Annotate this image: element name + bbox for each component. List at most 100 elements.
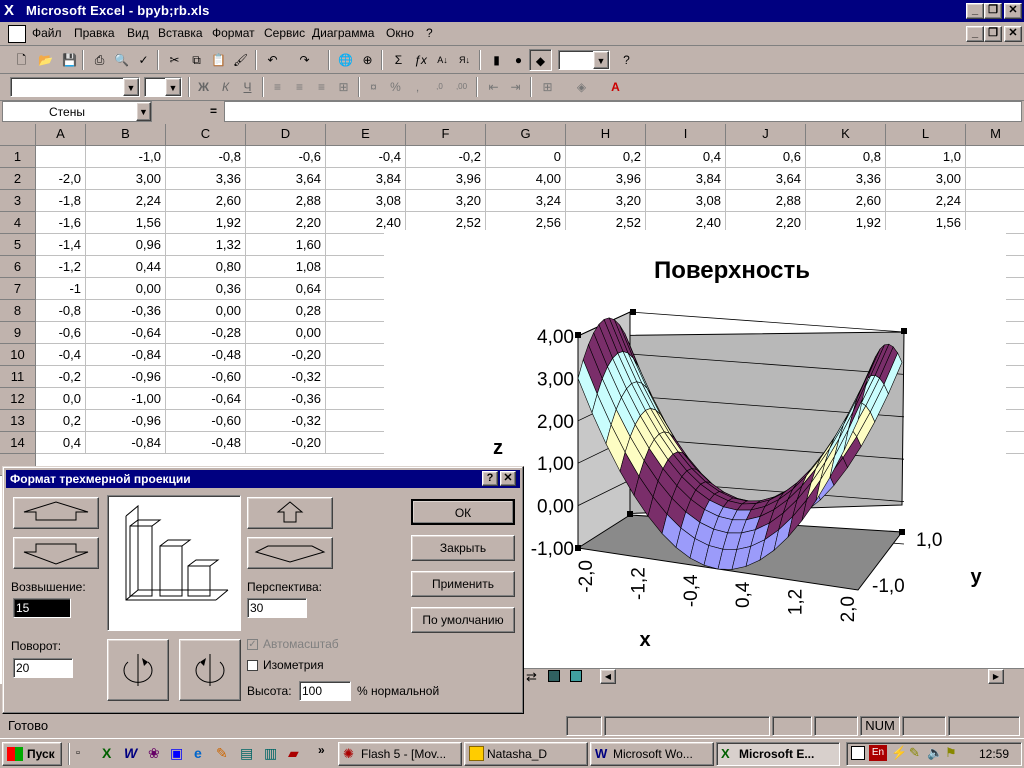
task-excel[interactable]: X Microsoft E... — [716, 742, 840, 766]
spelling-icon[interactable]: ✓ — [132, 49, 155, 71]
minimize-button[interactable]: _ — [966, 3, 984, 19]
apply-button[interactable]: Применить — [411, 571, 515, 597]
perspective-decrease-button[interactable] — [247, 537, 333, 569]
doc-close-button[interactable]: ✕ — [1004, 26, 1022, 42]
table-cell[interactable]: -0,64 — [166, 388, 246, 410]
table-cell[interactable]: 0,00 — [166, 300, 246, 322]
perspective-input[interactable]: 30 — [247, 598, 307, 618]
save-icon[interactable]: 💾 — [58, 49, 81, 71]
row-header[interactable]: 3 — [0, 190, 36, 212]
table-cell[interactable]: 0,36 — [166, 278, 246, 300]
fill-color-icon[interactable]: ◈ — [570, 76, 593, 98]
task-word[interactable]: W Microsoft Wo... — [590, 742, 714, 766]
underline-icon[interactable]: Ч — [236, 76, 259, 98]
table-cell[interactable]: -0,60 — [166, 410, 246, 432]
table-cell[interactable]: 2,24 — [886, 190, 966, 212]
drawing-icon[interactable]: ◆ — [529, 49, 552, 71]
table-cell[interactable]: -0,64 — [86, 322, 166, 344]
table-cell[interactable]: 4,00 — [486, 168, 566, 190]
table-cell[interactable]: -1,2 — [36, 256, 86, 278]
hyperlink-icon[interactable]: 🌐 — [334, 49, 357, 71]
column-header[interactable]: I — [646, 124, 726, 146]
table-cell[interactable]: -1,4 — [36, 234, 86, 256]
row-header[interactable]: 2 — [0, 168, 36, 190]
redo-icon[interactable]: ↷ — [293, 49, 316, 71]
table-cell[interactable]: 0,2 — [566, 146, 646, 168]
table-cell[interactable]: -0,2 — [36, 366, 86, 388]
borders-icon[interactable]: ⊞ — [536, 76, 559, 98]
table-cell[interactable]: 0,28 — [246, 300, 326, 322]
row-header[interactable]: 12 — [0, 388, 36, 410]
document-icon[interactable] — [8, 25, 26, 43]
currency-icon[interactable]: ¤ — [362, 76, 385, 98]
power-icon[interactable]: ⚡ — [891, 745, 907, 761]
italic-icon[interactable]: К — [214, 76, 237, 98]
table-cell[interactable]: -0,4 — [326, 146, 406, 168]
format-painter-icon[interactable]: 🖌 — [229, 49, 252, 71]
menu-view[interactable]: Вид — [127, 26, 149, 40]
row-header[interactable]: 6 — [0, 256, 36, 278]
table-cell[interactable]: -1,8 — [36, 190, 86, 212]
selection-handle[interactable] — [575, 545, 581, 551]
row-header[interactable]: 10 — [0, 344, 36, 366]
task-flash[interactable]: ✺ Flash 5 - [Mov... — [338, 742, 462, 766]
table-cell[interactable]: 2,88 — [726, 190, 806, 212]
chart-wizard-icon[interactable]: ▮ — [485, 49, 508, 71]
elevation-input[interactable]: 15 — [13, 598, 71, 618]
table-cell[interactable]: -0,32 — [246, 366, 326, 388]
function-icon[interactable]: ƒx — [409, 49, 432, 71]
table-cell[interactable]: 0,64 — [246, 278, 326, 300]
select-all-corner[interactable] — [0, 124, 36, 146]
table-cell[interactable]: 1,32 — [166, 234, 246, 256]
table-cell[interactable]: -0,36 — [246, 388, 326, 410]
table-cell[interactable]: 1,60 — [246, 234, 326, 256]
doc-minimize-button[interactable]: _ — [966, 26, 984, 42]
column-header[interactable]: M — [966, 124, 1024, 146]
chart-type-icon[interactable] — [570, 670, 582, 682]
bold-icon[interactable]: Ж — [192, 76, 215, 98]
font-color-icon[interactable]: A — [604, 76, 627, 98]
table-cell[interactable]: 3,20 — [406, 190, 486, 212]
row-header[interactable]: 1 — [0, 146, 36, 168]
decrease-indent-icon[interactable]: ⇤ — [482, 76, 505, 98]
column-header[interactable]: H — [566, 124, 646, 146]
app5-icon[interactable]: ▰ — [288, 745, 299, 762]
table-cell[interactable]: 3,84 — [326, 168, 406, 190]
column-header[interactable]: F — [406, 124, 486, 146]
table-cell[interactable]: 0,80 — [166, 256, 246, 278]
table-cell[interactable]: 1,92 — [166, 212, 246, 234]
table-cell[interactable]: 0,2 — [36, 410, 86, 432]
table-cell[interactable]: 3,00 — [86, 168, 166, 190]
table-cell[interactable]: -0,32 — [246, 410, 326, 432]
table-cell[interactable]: 0,6 — [726, 146, 806, 168]
align-center-icon[interactable]: ≡ — [288, 76, 311, 98]
table-cell[interactable]: 2,20 — [246, 212, 326, 234]
start-button[interactable]: Пуск — [2, 742, 62, 766]
row-header[interactable]: 5 — [0, 234, 36, 256]
more-icon[interactable]: » — [318, 743, 325, 757]
row-header[interactable]: 9 — [0, 322, 36, 344]
font-combo[interactable]: ▼ — [10, 77, 140, 97]
table-cell[interactable]: -0,48 — [166, 432, 246, 454]
table-cell[interactable]: 1,08 — [246, 256, 326, 278]
autoscale-checkbox[interactable]: ✓ — [247, 639, 258, 650]
column-header[interactable]: A — [36, 124, 86, 146]
copy-icon[interactable]: ⧉ — [185, 49, 208, 71]
pencil-tray-icon[interactable]: ✎ — [909, 745, 920, 761]
scheduler-icon[interactable]: ⚑ — [945, 745, 957, 761]
print-icon[interactable]: ⎙ — [88, 49, 111, 71]
table-cell[interactable]: -0,4 — [36, 344, 86, 366]
table-cell[interactable]: 3,20 — [566, 190, 646, 212]
table-cell[interactable]: 2,24 — [86, 190, 166, 212]
table-cell[interactable]: 3,08 — [646, 190, 726, 212]
excel-quicklaunch-icon[interactable]: X — [102, 745, 111, 761]
app4-icon[interactable]: ▥ — [264, 745, 277, 762]
word-quicklaunch-icon[interactable]: W — [124, 745, 137, 761]
cut-icon[interactable]: ✂ — [163, 49, 186, 71]
table-cell[interactable] — [36, 146, 86, 168]
table-cell[interactable]: 0,4 — [646, 146, 726, 168]
increase-decimal-icon[interactable]: ,0 — [428, 76, 451, 98]
name-box[interactable]: Стены ▼ — [2, 101, 152, 122]
selection-handle[interactable] — [627, 511, 633, 517]
table-cell[interactable]: -0,6 — [246, 146, 326, 168]
